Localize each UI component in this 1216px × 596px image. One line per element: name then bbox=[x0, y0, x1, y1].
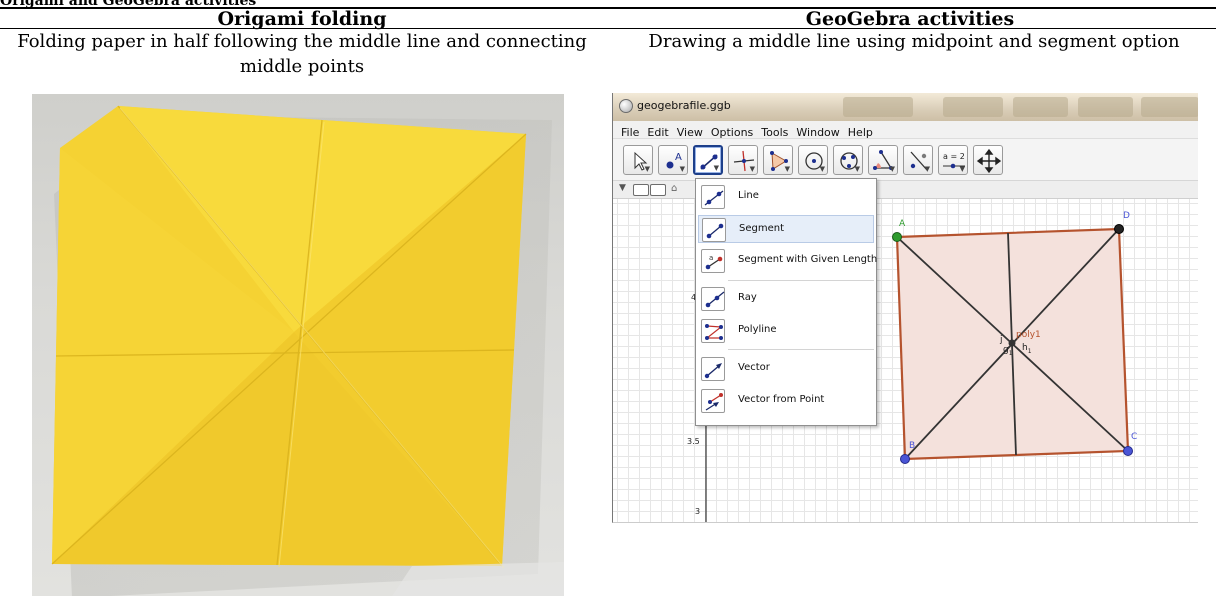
vector-from-point-icon bbox=[701, 389, 725, 413]
origami-paper-drawing bbox=[51, 105, 564, 596]
reflect-tool-button[interactable]: ▼ bbox=[903, 145, 933, 175]
line-tool-button[interactable]: ▼ bbox=[693, 145, 723, 175]
menu-item-vector-from-point[interactable]: Vector from Point bbox=[698, 387, 874, 415]
menu-separator bbox=[728, 349, 874, 350]
menu-help[interactable]: Help bbox=[842, 123, 875, 139]
move-view-tool-icon bbox=[976, 148, 1002, 174]
blurred-tab bbox=[1013, 97, 1068, 117]
blurred-tab bbox=[1078, 97, 1133, 117]
vector-icon bbox=[701, 357, 725, 381]
move-tool-button[interactable]: ▼ bbox=[623, 145, 653, 175]
circle-three-points-tool-button[interactable]: ▼ bbox=[833, 145, 863, 175]
point-c-label: C bbox=[1131, 432, 1138, 442]
segment-g1-label: g1 bbox=[1003, 345, 1013, 357]
menu-tools[interactable]: Tools bbox=[755, 123, 790, 139]
move-view-tool-button[interactable] bbox=[973, 145, 1003, 175]
line-icon bbox=[701, 185, 725, 209]
line-tools-dropdown: Line Segment a Segment with Given Length… bbox=[695, 178, 877, 426]
home-icon[interactable]: ⌂ bbox=[671, 183, 677, 194]
segment-h1-label: h1 bbox=[1022, 343, 1032, 355]
segment-icon bbox=[702, 218, 726, 242]
blurred-tab bbox=[843, 97, 913, 117]
geogebra-description: Drawing a middle line using midpoint and… bbox=[648, 31, 1180, 52]
view-menu-arrow-icon[interactable]: ▼ bbox=[619, 183, 626, 193]
slider-tool-button[interactable]: a = 2 ▼ bbox=[938, 145, 968, 175]
geogebra-app-icon bbox=[619, 99, 633, 113]
line-tool-icon bbox=[700, 154, 718, 170]
menu-item-line[interactable]: Line bbox=[698, 183, 874, 211]
menu-options[interactable]: Options bbox=[705, 123, 755, 139]
segment-j-label: j bbox=[1000, 335, 1003, 345]
point-b[interactable] bbox=[900, 454, 910, 464]
window-title: geogebrafile.ggb bbox=[637, 99, 731, 112]
y-axis-tick-label: 3 bbox=[695, 507, 701, 516]
menu-file[interactable]: File bbox=[613, 123, 641, 139]
blurred-tab bbox=[943, 97, 1003, 117]
menu-item-ray[interactable]: Ray bbox=[698, 285, 874, 313]
segment-given-length-icon: a bbox=[701, 249, 725, 273]
circle-tool-button[interactable]: ▼ bbox=[798, 145, 828, 175]
menu-item-vector[interactable]: Vector bbox=[698, 355, 874, 383]
point-a-label: A bbox=[899, 219, 906, 229]
point-c[interactable] bbox=[1123, 446, 1133, 456]
menu-window[interactable]: Window bbox=[790, 123, 841, 139]
point-tool-button[interactable]: A ▼ bbox=[658, 145, 688, 175]
origami-description: Folding paper in half following the midd… bbox=[17, 31, 587, 77]
geogebra-toolbar: ▼ A ▼ ▼ ▼ ▼ ▼ ▼ ▼ ▼ a = 2 ▼ bbox=[613, 139, 1198, 203]
menu-item-polyline[interactable]: Polyline bbox=[698, 317, 874, 345]
angle-tool-button[interactable]: ▼ bbox=[868, 145, 898, 175]
point-d[interactable] bbox=[1114, 224, 1124, 234]
blurred-tab bbox=[1141, 97, 1198, 117]
geogebra-window: geogebrafile.ggb File Edit View Options Tool… bbox=[612, 93, 1198, 523]
geogebra-menu-bar: File Edit View Options Tools Window Help bbox=[613, 121, 1198, 139]
menu-item-segment[interactable]: Segment bbox=[698, 215, 874, 243]
geogebra-title-bar: geogebrafile.ggb bbox=[613, 93, 1198, 121]
view-style-button[interactable] bbox=[650, 184, 666, 196]
menu-separator bbox=[728, 280, 874, 281]
y-axis-tick-label: 3.5 bbox=[687, 437, 700, 446]
menu-view[interactable]: View bbox=[671, 123, 705, 139]
column-heading-geogebra: GeoGebra activities bbox=[805, 8, 1015, 30]
view-style-button[interactable] bbox=[633, 184, 649, 196]
ray-icon bbox=[701, 287, 725, 311]
origami-photo bbox=[32, 94, 564, 596]
menu-edit[interactable]: Edit bbox=[641, 123, 670, 139]
polygon-tool-button[interactable]: ▼ bbox=[763, 145, 793, 175]
svg-text:a: a bbox=[709, 254, 713, 262]
point-b-label: B bbox=[909, 441, 916, 451]
perpendicular-tool-button[interactable]: ▼ bbox=[728, 145, 758, 175]
point-a[interactable] bbox=[892, 232, 902, 242]
point-d-label: D bbox=[1123, 211, 1130, 221]
polygon-label: poly1 bbox=[1016, 330, 1041, 340]
svg-text:A: A bbox=[675, 152, 682, 163]
polyline-icon bbox=[701, 319, 725, 343]
menu-item-segment-with-given-length[interactable]: a Segment with Given Length bbox=[698, 247, 877, 275]
column-heading-origami: Origami folding bbox=[217, 8, 387, 30]
slider-tool-label: a = 2 bbox=[943, 152, 965, 161]
